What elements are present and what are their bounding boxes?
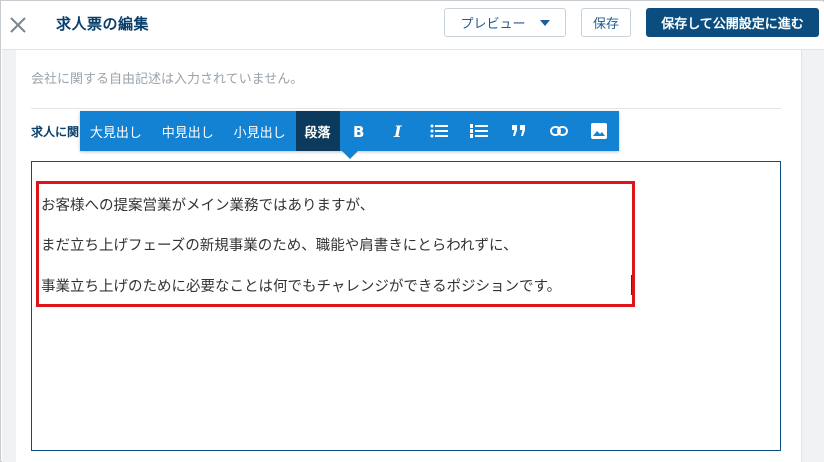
heading-large-button[interactable]: 大見出し: [80, 111, 152, 151]
svg-text:B: B: [353, 123, 364, 139]
heading-medium-button[interactable]: 中見出し: [152, 111, 224, 151]
preview-button[interactable]: プレビュー: [444, 8, 566, 37]
bold-icon: B: [352, 123, 366, 139]
italic-button[interactable]: I: [379, 111, 419, 151]
image-button[interactable]: [579, 111, 619, 151]
close-icon[interactable]: [8, 15, 28, 35]
company-note: 会社に関する自由記述は入力されていません。: [31, 72, 304, 87]
italic-icon: I: [392, 123, 406, 139]
link-button[interactable]: [539, 111, 579, 151]
format-toolbar: 大見出し 中見出し 小見出し 段落 B I: [80, 111, 619, 151]
quote-icon: [512, 125, 526, 137]
bold-button[interactable]: B: [340, 111, 380, 151]
editor-window: 求人票の編集 プレビュー 保存 保存して公開設定に進む 会社に関する自由記述は入…: [0, 0, 824, 462]
right-gutter: [801, 50, 824, 462]
bullet-list-icon: [430, 124, 449, 138]
svg-text:I: I: [393, 123, 402, 139]
section-label: 求人に関: [31, 125, 80, 139]
selection-highlight-box: [36, 181, 635, 307]
header-bar: 求人票の編集 プレビュー 保存 保存して公開設定に進む: [2, 2, 824, 50]
paragraph-button[interactable]: 段落: [295, 111, 340, 151]
quote-button[interactable]: [499, 111, 539, 151]
divider: [31, 108, 781, 109]
bullet-list-button[interactable]: [419, 111, 459, 151]
toolbar-pointer: [342, 151, 358, 159]
image-icon: [590, 123, 607, 139]
left-gutter: [2, 50, 16, 462]
page-title: 求人票の編集: [56, 15, 150, 33]
save-button[interactable]: 保存: [581, 8, 631, 37]
numbered-list-icon: [470, 124, 489, 138]
link-icon: [550, 126, 569, 136]
save-and-publish-button[interactable]: 保存して公開設定に進む: [646, 8, 819, 37]
preview-label: プレビュー: [460, 17, 526, 32]
numbered-list-button[interactable]: [459, 111, 499, 151]
heading-small-button[interactable]: 小見出し: [224, 111, 296, 151]
chevron-down-icon: [539, 19, 550, 26]
